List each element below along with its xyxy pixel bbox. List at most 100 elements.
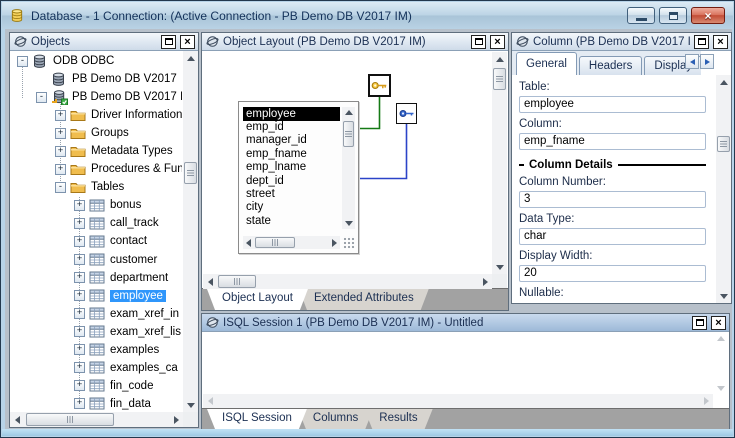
scroll-up-button[interactable] [720, 75, 728, 89]
primary-key-node[interactable] [368, 74, 391, 97]
field-display-width-[interactable]: 20 [519, 265, 706, 282]
objects-panel-titlebar[interactable]: Objects × [10, 33, 198, 51]
isql-horizontal-scrollbar[interactable] [203, 394, 713, 408]
tab-headers[interactable]: Headers [579, 56, 642, 75]
field-column-number-[interactable]: 3 [519, 191, 706, 208]
layout-canvas[interactable]: employeeemp_idmanager_idemp_fnameemp_lna… [203, 52, 494, 274]
resize-grip[interactable] [342, 236, 355, 249]
employee-table-widget[interactable]: employeeemp_idmanager_idemp_fnameemp_lna… [238, 101, 359, 254]
tab-object-layout[interactable]: Object Layout [207, 289, 308, 310]
minimize-button[interactable] [627, 7, 655, 24]
tab-scroll-right-button[interactable] [700, 54, 714, 69]
widget-column-item[interactable]: street [243, 188, 340, 201]
scrollbar-thumb[interactable] [184, 162, 197, 184]
tab-results[interactable]: Results [364, 409, 432, 429]
tree-row-department[interactable]: +department [11, 269, 182, 287]
tree-row-exam-xref-in[interactable]: +exam_xref_in [11, 305, 182, 323]
scroll-left-button[interactable] [10, 416, 24, 424]
scroll-up-button[interactable] [345, 107, 353, 118]
scroll-down-button[interactable] [187, 398, 195, 412]
layout-vertical-scrollbar[interactable] [492, 52, 507, 274]
tab-extended-attributes[interactable]: Extended Attributes [299, 289, 429, 310]
scroll-down-button[interactable] [496, 260, 504, 274]
scroll-right-button[interactable] [699, 397, 713, 405]
tree-row-groups[interactable]: +Groups [11, 124, 182, 142]
widget-horizontal-scrollbar[interactable] [243, 236, 340, 249]
field-table-[interactable]: employee [519, 96, 706, 113]
widget-column-item[interactable]: emp_lname [243, 161, 340, 174]
objects-vertical-scrollbar[interactable] [183, 51, 198, 412]
tree-row-pb-demo-db-v2017[interactable]: PB Demo DB V2017 [11, 70, 182, 88]
scroll-left-button[interactable] [203, 278, 217, 286]
widget-column-item[interactable]: city [243, 201, 340, 214]
scroll-right-button[interactable] [169, 416, 183, 424]
widget-column-item[interactable]: emp_fname [243, 148, 340, 161]
tree-expander[interactable]: + [74, 344, 85, 355]
tab-general[interactable]: General [516, 52, 577, 75]
window-titlebar[interactable]: Database - 1 Connection: (Active Connect… [2, 2, 733, 29]
isql-close-button[interactable]: × [711, 316, 726, 330]
tree-expander[interactable]: + [74, 254, 85, 265]
tree-row-employee[interactable]: +employee [11, 287, 182, 305]
sql-editor-area[interactable] [203, 333, 713, 394]
tab-isql-session[interactable]: ISQL Session [207, 409, 307, 429]
widget-column-item[interactable]: dept_id [243, 175, 340, 188]
foreign-key-node[interactable] [396, 103, 417, 124]
tree-row-metadata-types[interactable]: +Metadata Types [11, 142, 182, 160]
field-column-[interactable]: emp_fname [519, 133, 706, 150]
scrollbar-thumb[interactable] [343, 121, 354, 147]
tree-row-contact[interactable]: +contact [11, 232, 182, 250]
scroll-right-button[interactable] [478, 278, 492, 286]
tree-row-examples[interactable]: +examples [11, 341, 182, 359]
scroll-down-button[interactable] [720, 289, 728, 303]
tab-columns[interactable]: Columns [298, 409, 373, 429]
tree-row-fin-code[interactable]: +fin_code [11, 377, 182, 395]
scroll-right-button[interactable] [329, 239, 340, 247]
tree-expander[interactable]: + [74, 218, 85, 229]
tree-row-pb-demo-db-v2017-im[interactable]: -PB Demo DB V2017 IM [11, 88, 182, 106]
scrollbar-thumb[interactable] [717, 136, 730, 152]
close-button[interactable]: × [691, 7, 725, 24]
widget-column-item[interactable]: manager_id [243, 134, 340, 147]
isql-vertical-scrollbar[interactable] [714, 333, 729, 394]
widget-column-item[interactable]: emp_id [243, 121, 340, 134]
column-vertical-scrollbar[interactable] [716, 75, 731, 303]
tree-expander[interactable]: + [74, 380, 85, 391]
tree-row-fin-data[interactable]: +fin_data [11, 395, 182, 411]
scroll-up-button[interactable] [187, 51, 195, 65]
layout-horizontal-scrollbar[interactable] [203, 274, 492, 289]
tree-expander[interactable]: - [36, 92, 47, 103]
widget-table-name[interactable]: employee [243, 107, 340, 121]
tree-expander[interactable]: - [17, 56, 28, 67]
layout-maximize-button[interactable] [471, 35, 486, 49]
widget-vertical-scrollbar[interactable] [342, 107, 355, 229]
tree-row-customer[interactable]: +customer [11, 251, 182, 269]
tab-scroll-left-button[interactable] [685, 54, 699, 69]
tree-row-odb-odbc[interactable]: -ODB ODBC [11, 52, 182, 70]
objects-maximize-button[interactable] [161, 35, 176, 49]
tree-expander[interactable]: + [74, 290, 85, 301]
tree-expander[interactable]: + [55, 146, 66, 157]
tree-expander[interactable]: + [55, 110, 66, 121]
tree-row-tables[interactable]: -Tables [11, 178, 182, 196]
scrollbar-thumb[interactable] [26, 413, 114, 426]
column-close-button[interactable]: × [713, 35, 728, 49]
column-maximize-button[interactable] [694, 35, 709, 49]
isql-maximize-button[interactable] [692, 316, 707, 330]
widget-column-item[interactable]: state [243, 215, 340, 228]
tree-expander[interactable]: + [74, 326, 85, 337]
tree-expander[interactable]: + [74, 200, 85, 211]
scroll-left-button[interactable] [203, 397, 217, 405]
tree-row-bonus[interactable]: +bonus [11, 196, 182, 214]
tree-expander[interactable]: + [74, 236, 85, 247]
tree-expander[interactable]: + [74, 362, 85, 373]
scrollbar-thumb[interactable] [493, 68, 506, 90]
objects-horizontal-scrollbar[interactable] [10, 412, 183, 427]
tree-expander[interactable]: + [74, 308, 85, 319]
objects-close-button[interactable]: × [180, 35, 195, 49]
tree-row-call-track[interactable]: +call_track [11, 214, 182, 232]
tree-row-procedures-functions[interactable]: +Procedures & Functions [11, 160, 182, 178]
scroll-down-button[interactable] [345, 218, 353, 229]
tree-expander[interactable]: + [55, 128, 66, 139]
isql-panel-titlebar[interactable]: ISQL Session 1 (PB Demo DB V2017 IM) - U… [202, 314, 729, 332]
